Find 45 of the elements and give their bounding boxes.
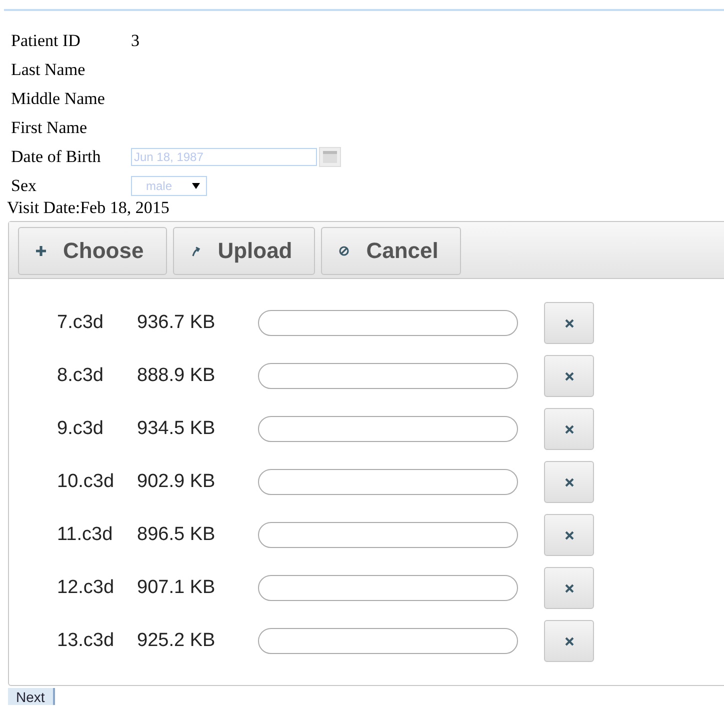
close-icon (564, 584, 574, 592)
field-label: Last Name (11, 60, 86, 80)
remove-button[interactable] (544, 620, 594, 662)
remove-button[interactable] (544, 302, 594, 344)
next-button[interactable]: Next (8, 688, 55, 705)
file-name: 12.c3d (57, 577, 116, 599)
field-label: Sex (11, 176, 38, 196)
file-name: 13.c3d (57, 630, 116, 652)
remove-button[interactable] (544, 408, 594, 450)
close-icon (564, 318, 574, 328)
close-icon (564, 636, 574, 646)
remove-button[interactable] (544, 355, 594, 397)
file-name: 11.c3d (57, 524, 114, 546)
remove-button[interactable] (544, 514, 594, 556)
field-label: First Name (11, 118, 88, 138)
file-size: 934.5 KB (137, 418, 216, 440)
curved-arrow-icon (190, 245, 202, 257)
file-size: 888.9 KB (137, 365, 216, 387)
remove-button[interactable] (544, 567, 594, 609)
file-name: 9.c3d (57, 418, 104, 440)
dropdown-arrow-icon (192, 182, 200, 188)
field-label: Date of Birth (11, 146, 102, 166)
visit-date: Visit Date:Feb 18, 2015 (7, 198, 170, 218)
choose-button[interactable]: Choose (18, 227, 167, 275)
cancel-button[interactable]: Cancel (321, 227, 462, 275)
field-label: Patient ID (11, 30, 82, 50)
close-icon (564, 372, 574, 380)
field-value: 3 (131, 30, 140, 50)
file-size: 936.7 KB (137, 312, 216, 334)
plus-icon (35, 245, 47, 257)
remove-button[interactable] (544, 461, 594, 503)
file-size: 925.2 KB (137, 630, 216, 652)
file-name: 10.c3d (57, 471, 116, 493)
file-name: 7.c3d (57, 312, 104, 334)
file-size: 907.1 KB (137, 577, 216, 599)
file-name: 8.c3d (57, 365, 104, 387)
file-size: 902.9 KB (137, 471, 216, 493)
file-size: 896.5 KB (137, 524, 216, 546)
close-icon (564, 478, 574, 486)
field-label: Middle Name (11, 88, 106, 108)
calendar-icon[interactable] (319, 146, 341, 166)
close-icon (564, 530, 574, 540)
cancel-icon (338, 245, 350, 257)
close-icon (564, 424, 574, 434)
upload-button[interactable]: Upload (172, 227, 316, 275)
